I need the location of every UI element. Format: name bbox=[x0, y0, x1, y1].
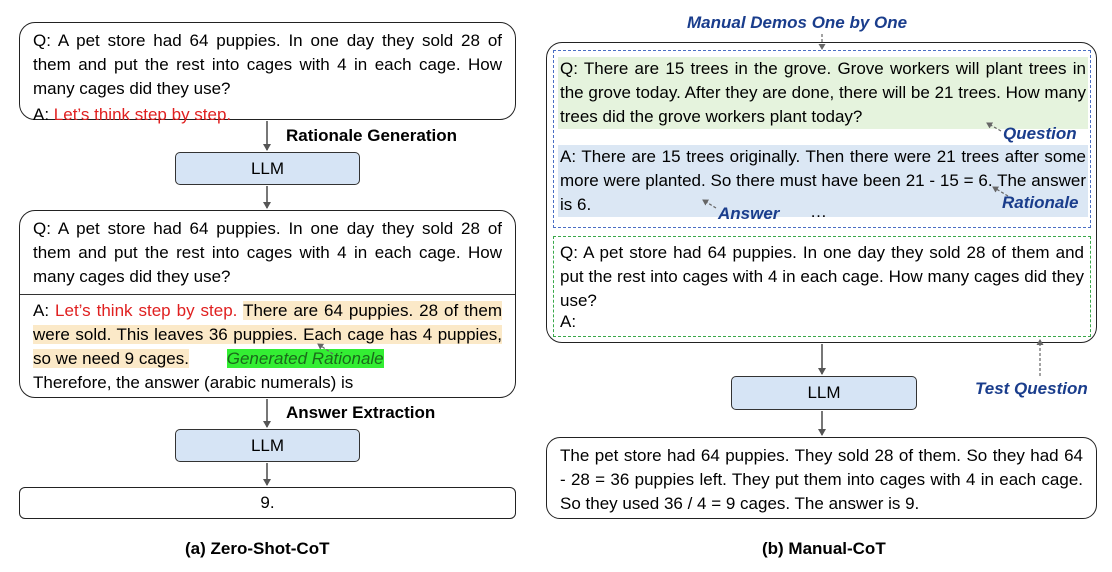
pointer-generated-rationale bbox=[317, 343, 334, 355]
pointer-rationale bbox=[992, 186, 1009, 197]
arrows-overlay bbox=[263, 34, 1044, 486]
pointer-question bbox=[986, 122, 1002, 132]
pointer-answer bbox=[702, 199, 717, 209]
